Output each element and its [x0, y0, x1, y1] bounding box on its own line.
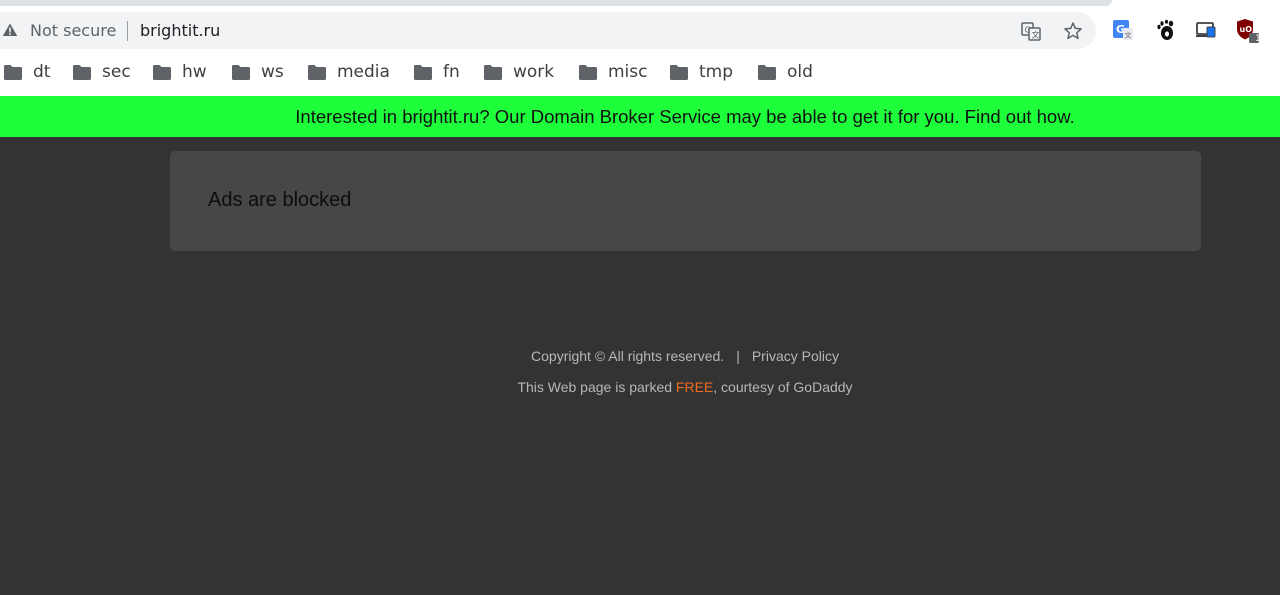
- bookmark-label: fn: [443, 62, 460, 82]
- url-text[interactable]: brightit.ru: [140, 20, 220, 42]
- folder-icon: [484, 64, 502, 80]
- privacy-policy-link[interactable]: Privacy Policy: [752, 348, 839, 364]
- bookmark-folder-sec[interactable]: sec: [73, 58, 131, 86]
- footer-separator: |: [736, 348, 740, 364]
- translate-icon[interactable]: G 文: [1019, 19, 1043, 43]
- gnome-extension-icon[interactable]: [1152, 17, 1178, 43]
- folder-icon: [758, 64, 776, 80]
- bookmarks-bar: dt sec hw ws media fn work misc tmp old: [0, 58, 1280, 86]
- ads-blocked-message: Ads are blocked: [208, 189, 352, 211]
- bookmark-folder-dt[interactable]: dt: [4, 58, 50, 86]
- copyright-text: Copyright © All rights reserved.: [531, 348, 725, 364]
- bookmark-folder-work[interactable]: work: [484, 58, 554, 86]
- svg-text:uO: uO: [1240, 25, 1253, 34]
- browser-chrome: Not secure brightit.ru G 文 G 文 uO 1 dt s…: [0, 0, 1280, 96]
- parked-prefix-text: This Web page is parked: [517, 379, 676, 395]
- folder-icon: [308, 64, 326, 80]
- folder-icon: [73, 64, 91, 80]
- folder-icon: [414, 64, 432, 80]
- ublock-badge-count: 1: [1255, 34, 1261, 44]
- bookmark-label: tmp: [699, 62, 734, 82]
- free-link[interactable]: FREE: [676, 379, 713, 395]
- bookmark-label: misc: [608, 62, 648, 82]
- bookmark-folder-media[interactable]: media: [308, 58, 390, 86]
- bookmark-label: hw: [182, 62, 207, 82]
- folder-icon: [4, 64, 22, 80]
- bookmark-folder-misc[interactable]: misc: [579, 58, 648, 86]
- bookmark-folder-hw[interactable]: hw: [153, 58, 207, 86]
- parked-suffix-text: , courtesy of GoDaddy: [713, 379, 853, 395]
- bookmark-label: work: [513, 62, 555, 82]
- bookmark-label: media: [337, 62, 390, 82]
- bookmark-label: sec: [102, 62, 131, 82]
- footer-copyright-line: Copyright © All rights reserved. | Privacy…: [0, 348, 1280, 364]
- cast-screen-icon[interactable]: [1193, 17, 1219, 43]
- domain-broker-banner: Interested in brightit.ru? Our Domain Br…: [0, 96, 1280, 137]
- bookmark-label: old: [787, 62, 813, 82]
- svg-text:文: 文: [1125, 31, 1132, 40]
- bookmark-folder-tmp[interactable]: tmp: [670, 58, 733, 86]
- folder-icon: [579, 64, 597, 80]
- folder-icon: [153, 64, 171, 80]
- folder-icon: [232, 64, 250, 80]
- footer-parked-line: This Web page is parked FREE, courtesy o…: [0, 379, 1280, 395]
- ads-placeholder: Ads are blocked: [170, 151, 1201, 251]
- bookmark-folder-old[interactable]: old: [758, 58, 813, 86]
- address-separator: [127, 21, 128, 41]
- bookmark-label: dt: [33, 62, 51, 82]
- google-translate-extension-icon[interactable]: G 文: [1110, 17, 1136, 43]
- domain-broker-link[interactable]: Interested in brightit.ru? Our Domain Br…: [295, 106, 1074, 128]
- bookmark-folder-ws[interactable]: ws: [232, 58, 284, 86]
- warning-triangle-icon[interactable]: [2, 22, 18, 38]
- security-status-label[interactable]: Not secure: [30, 20, 116, 42]
- bookmark-label: ws: [261, 62, 284, 82]
- bookmark-folder-fn[interactable]: fn: [414, 58, 460, 86]
- svg-text:文: 文: [1032, 30, 1040, 40]
- tab-strip: [0, 0, 1112, 6]
- folder-icon: [670, 64, 688, 80]
- star-icon[interactable]: [1061, 19, 1085, 43]
